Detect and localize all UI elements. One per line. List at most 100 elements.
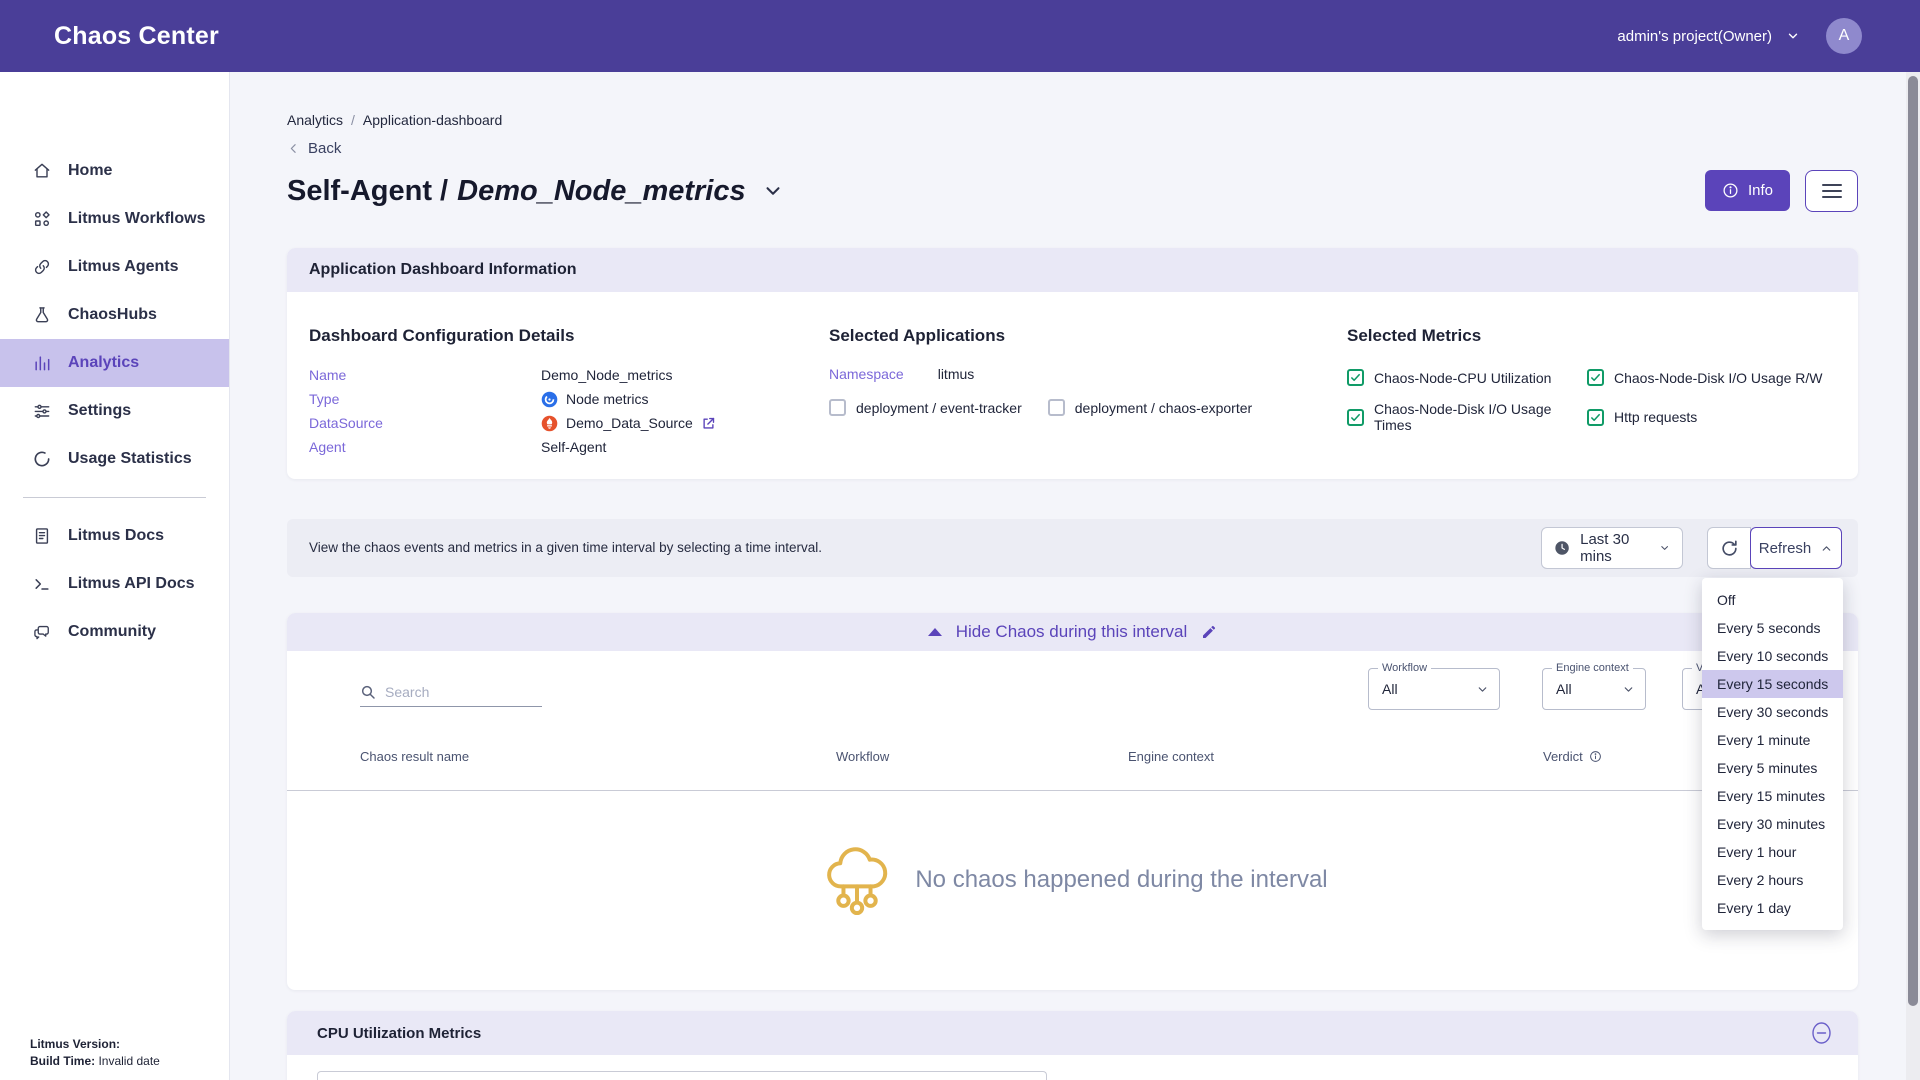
column-workflow: Workflow — [836, 749, 1128, 764]
menu-option-every-15-seconds[interactable]: Every 15 seconds — [1702, 670, 1843, 698]
empty-message: No chaos happened during the interval — [915, 866, 1327, 894]
sidebar-item-analytics[interactable]: Analytics — [0, 339, 229, 387]
page-title: Self-Agent / Demo_Node_metrics — [287, 175, 784, 208]
cpu-section-body — [287, 1055, 1858, 1080]
refresh-now-button[interactable] — [1707, 527, 1751, 569]
namespace-label: Namespace — [829, 366, 904, 382]
cpu-section-title: CPU Utilization Metrics — [317, 1025, 481, 1042]
sidebar: Home Litmus Workflows Litmus Agents Chao… — [0, 72, 230, 1080]
checkbox-unchecked[interactable] — [829, 399, 846, 416]
menu-option-every-1-hour[interactable]: Every 1 hour — [1702, 838, 1843, 866]
time-range-select[interactable]: Last 30 mins — [1541, 527, 1683, 569]
avatar[interactable]: A — [1826, 18, 1862, 54]
cpu-utilization-panel: CPU Utilization Metrics — [287, 1011, 1858, 1080]
build-time-value: Invalid date — [95, 1054, 160, 1068]
selected-metrics-title: Selected Metrics — [1347, 326, 1858, 346]
docs-icon — [32, 526, 52, 546]
sidebar-item-usage-statistics[interactable]: Usage Statistics — [0, 435, 229, 483]
table-filters: Workflow All Engine context All Verdict … — [287, 651, 1858, 717]
refresh-interval-button[interactable]: Refresh — [1750, 527, 1842, 569]
info-icon — [1722, 182, 1739, 199]
selected-applications: Selected Applications Namespace litmus d… — [829, 326, 1347, 459]
application-checkbox[interactable]: deployment / event-tracker — [829, 399, 1022, 416]
refresh-interval-menu: Off Every 5 seconds Every 10 seconds Eve… — [1702, 578, 1843, 930]
checkbox-unchecked[interactable] — [1048, 399, 1065, 416]
engine-context-filter[interactable]: Engine context All — [1542, 668, 1646, 710]
config-row-name: Name Demo_Node_metrics — [309, 363, 829, 387]
sidebar-item-litmus-docs[interactable]: Litmus Docs — [0, 512, 229, 560]
collapse-section-button[interactable] — [1811, 1021, 1832, 1045]
menu-option-every-30-seconds[interactable]: Every 30 seconds — [1702, 698, 1843, 726]
version-info: Litmus Version: Build Time: Invalid date — [30, 1036, 160, 1070]
sidebar-item-litmus-workflows[interactable]: Litmus Workflows — [0, 195, 229, 243]
project-name: admin's project(Owner) — [1617, 28, 1772, 45]
menu-option-every-5-seconds[interactable]: Every 5 seconds — [1702, 614, 1843, 642]
top-bar: Chaos Center admin's project(Owner) A — [0, 0, 1920, 72]
sidebar-item-litmus-agents[interactable]: Litmus Agents — [0, 243, 229, 291]
vertical-scrollbar[interactable] — [1906, 72, 1920, 1080]
metric-checkbox[interactable]: Chaos-Node-Disk I/O Usage Times — [1347, 401, 1587, 433]
time-range-value: Last 30 mins — [1580, 531, 1649, 565]
chevron-down-icon — [1622, 683, 1635, 696]
metric-checkbox[interactable]: Http requests — [1587, 401, 1858, 433]
title-chevron-down-icon[interactable] — [762, 180, 784, 202]
search-input[interactable] — [385, 684, 525, 700]
home-icon — [32, 161, 52, 181]
sidebar-item-community[interactable]: Community — [0, 608, 229, 656]
menu-option-every-2-hours[interactable]: Every 2 hours — [1702, 866, 1843, 894]
usage-icon — [32, 449, 52, 469]
project-selector[interactable]: admin's project(Owner) — [1617, 28, 1800, 45]
info-button[interactable]: Info — [1705, 170, 1790, 211]
menu-button[interactable] — [1805, 170, 1858, 212]
selected-applications-title: Selected Applications — [829, 326, 1347, 346]
title-row: Self-Agent / Demo_Node_metrics Info — [287, 170, 1858, 212]
hide-chaos-toggle[interactable]: Hide Chaos during this interval — [287, 613, 1858, 651]
checkbox-checked[interactable] — [1587, 409, 1604, 426]
application-checkbox[interactable]: deployment / chaos-exporter — [1048, 399, 1252, 416]
checkbox-checked[interactable] — [1587, 369, 1604, 386]
search-icon — [360, 684, 376, 700]
workflow-filter[interactable]: Workflow All — [1368, 668, 1500, 710]
search-box[interactable] — [360, 684, 542, 707]
sidebar-item-litmus-api-docs[interactable]: Litmus API Docs — [0, 560, 229, 608]
column-engine-context: Engine context — [1128, 749, 1543, 764]
clock-icon — [1554, 538, 1570, 558]
metric-checkbox[interactable]: Chaos-Node-CPU Utilization — [1347, 369, 1587, 386]
info-circle-icon[interactable] — [1589, 750, 1602, 763]
empty-state: No chaos happened during the interval — [287, 791, 1858, 969]
metric-checkbox[interactable]: Chaos-Node-Disk I/O Usage R/W — [1587, 369, 1858, 386]
column-chaos-result-name: Chaos result name — [360, 749, 836, 764]
node-metrics-icon — [541, 391, 558, 408]
menu-option-every-5-minutes[interactable]: Every 5 minutes — [1702, 754, 1843, 782]
chevron-up-icon — [1820, 542, 1833, 555]
config-row-agent: Agent Self-Agent — [309, 435, 829, 459]
menu-option-every-10-seconds[interactable]: Every 10 seconds — [1702, 642, 1843, 670]
sidebar-item-chaoshubs[interactable]: ChaosHubs — [0, 291, 229, 339]
checkbox-checked[interactable] — [1347, 409, 1364, 426]
breadcrumb-analytics[interactable]: Analytics — [287, 112, 343, 128]
dashboard-configuration-details: Dashboard Configuration Details Name Dem… — [309, 326, 829, 459]
edit-icon[interactable] — [1201, 624, 1217, 640]
menu-option-every-30-minutes[interactable]: Every 30 minutes — [1702, 810, 1843, 838]
workflows-icon — [32, 209, 52, 229]
back-link[interactable]: Back — [287, 140, 357, 157]
menu-option-every-1-day[interactable]: Every 1 day — [1702, 894, 1843, 922]
menu-option-off[interactable]: Off — [1702, 586, 1843, 614]
chevron-down-icon — [1659, 541, 1670, 555]
sidebar-item-home[interactable]: Home — [0, 147, 229, 195]
scrollbar-thumb[interactable] — [1908, 76, 1918, 1006]
cloud-network-icon — [817, 837, 897, 923]
checkbox-checked[interactable] — [1347, 369, 1364, 386]
config-row-type: Type Node metrics — [309, 387, 829, 411]
app-title: Chaos Center — [54, 22, 219, 51]
external-link-icon[interactable] — [701, 416, 716, 431]
collapse-up-icon — [928, 628, 942, 636]
dashboard-info-panel: Application Dashboard Information Dashbo… — [287, 248, 1858, 479]
sidebar-item-settings[interactable]: Settings — [0, 387, 229, 435]
menu-option-every-15-minutes[interactable]: Every 15 minutes — [1702, 782, 1843, 810]
sidebar-divider — [23, 497, 206, 498]
build-time-label: Build Time: — [30, 1054, 95, 1068]
community-icon — [32, 622, 52, 642]
menu-option-every-1-minute[interactable]: Every 1 minute — [1702, 726, 1843, 754]
breadcrumb-application-dashboard[interactable]: Application-dashboard — [363, 112, 502, 128]
